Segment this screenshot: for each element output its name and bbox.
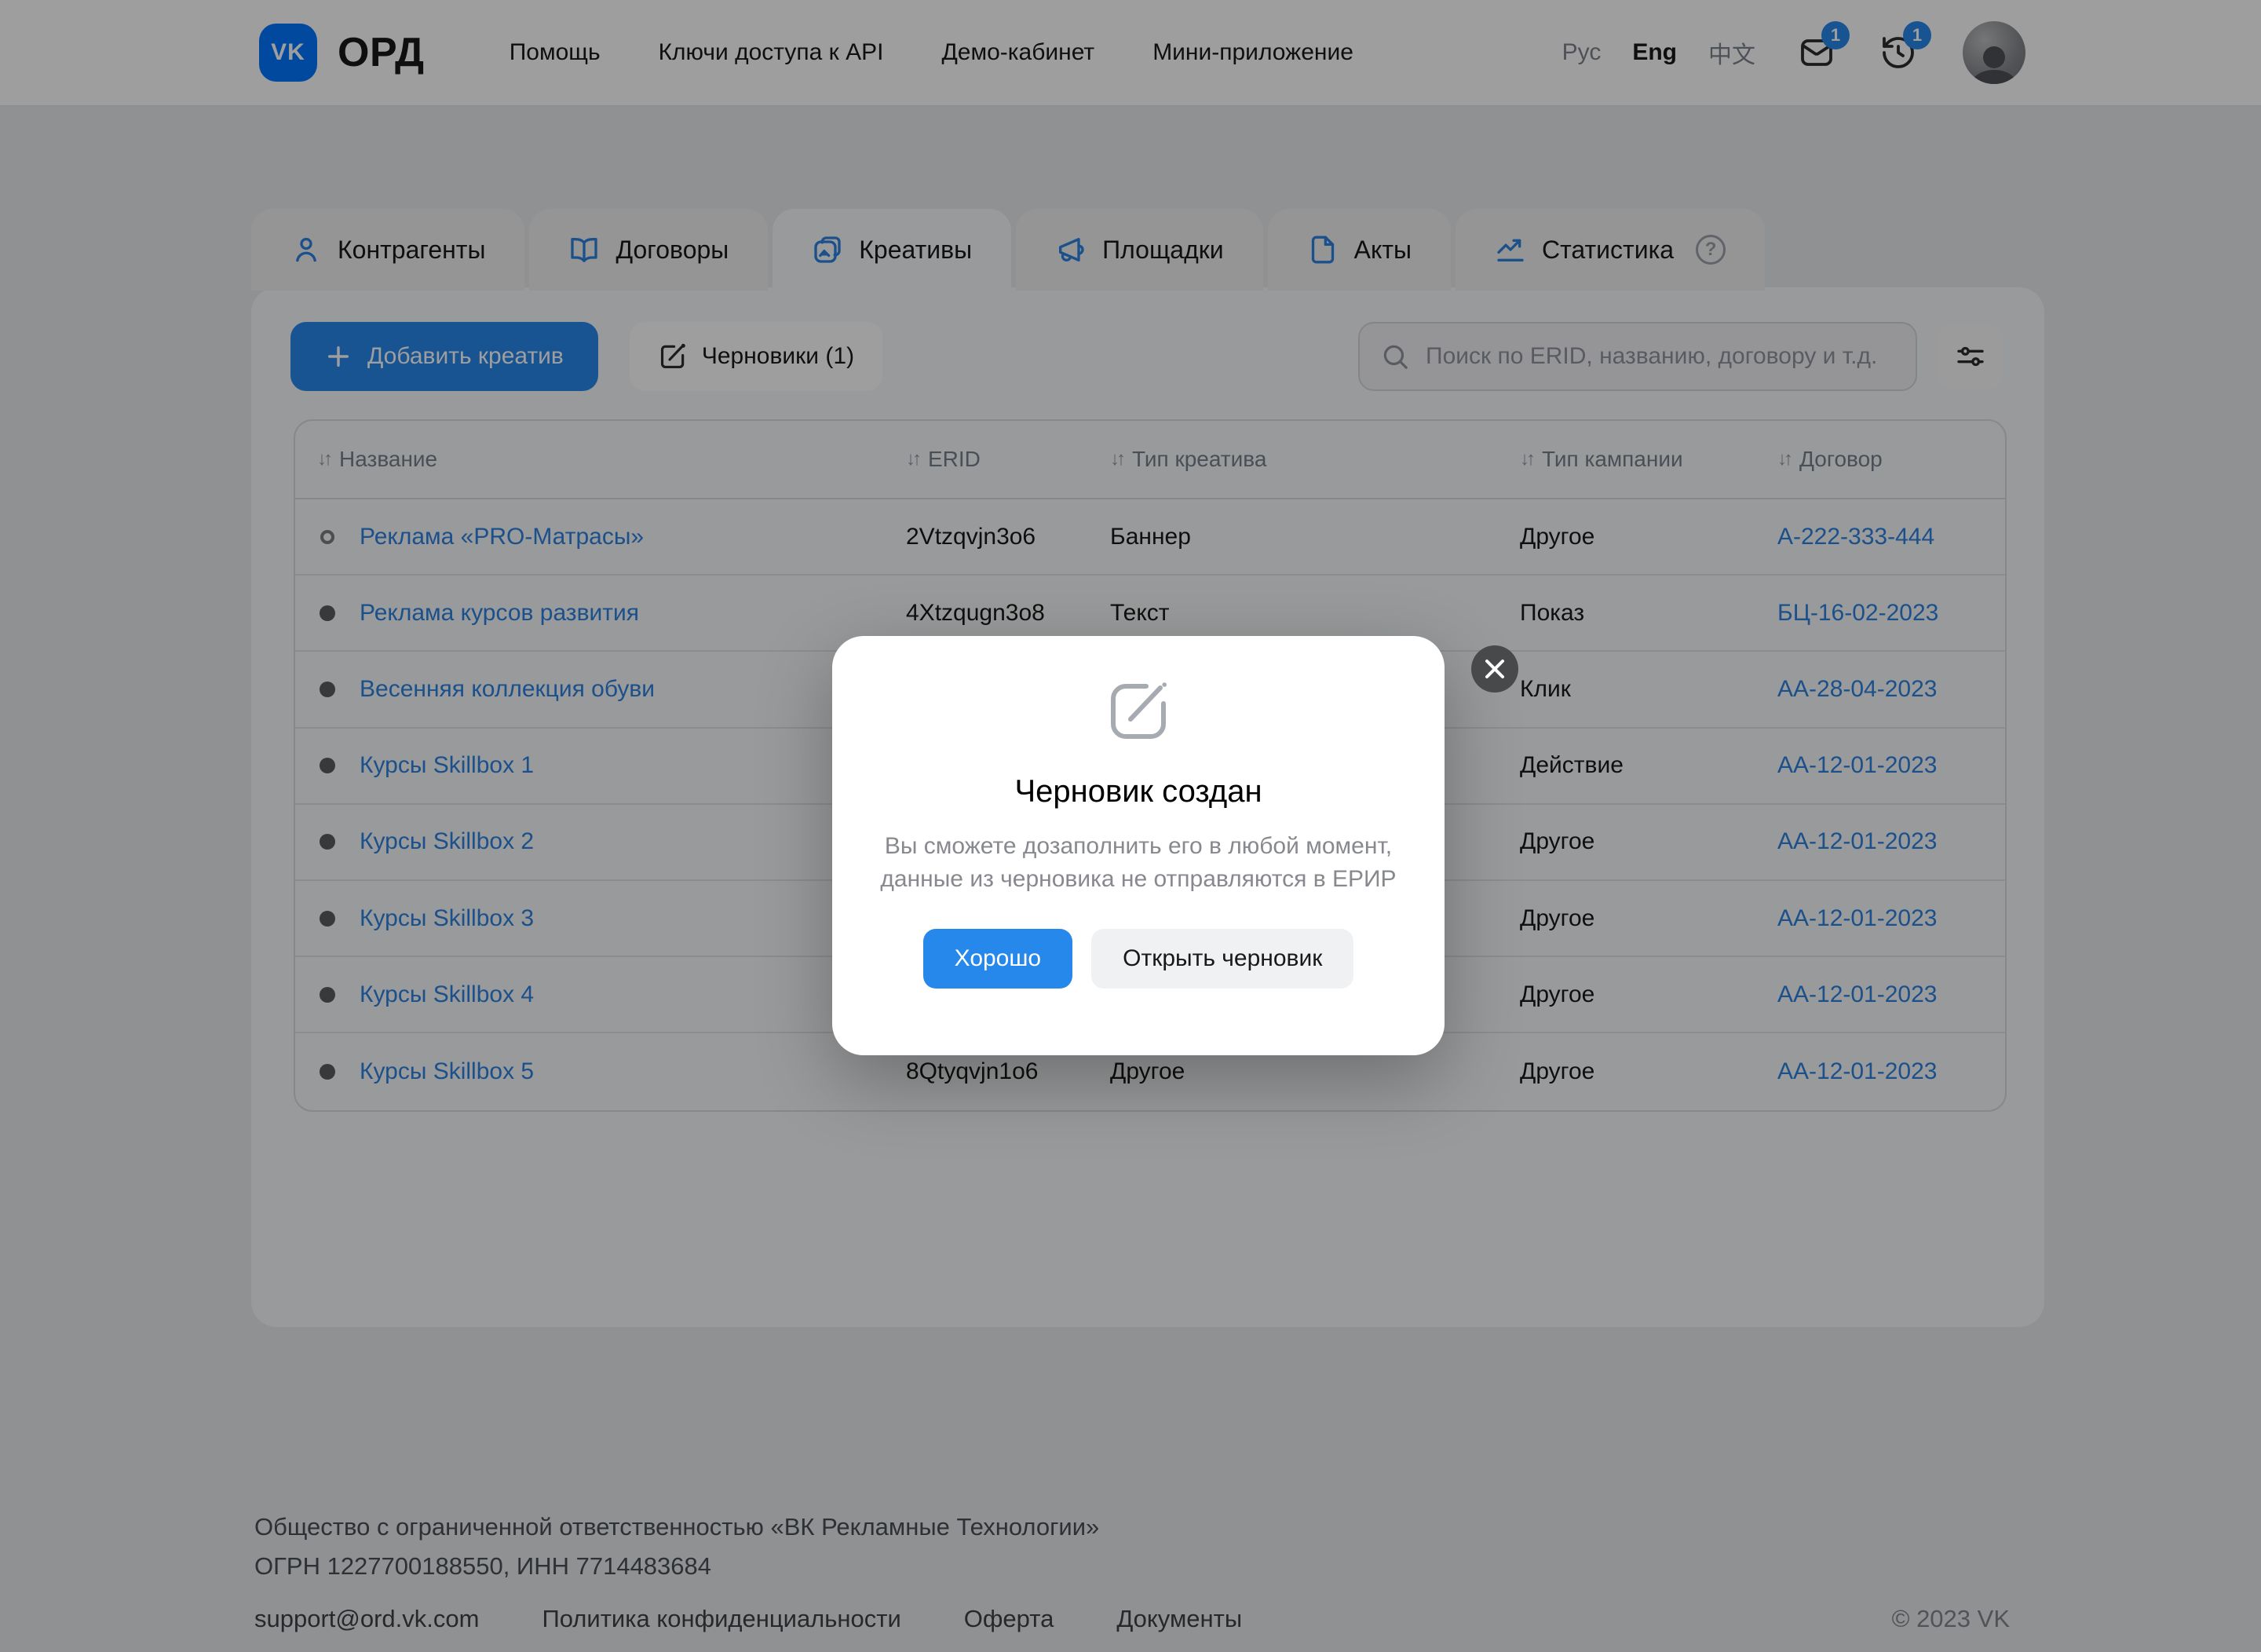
draft-edit-icon	[1101, 674, 1176, 749]
modal-close-button[interactable]	[1471, 645, 1518, 693]
ord-cabinet-page: VK ОРД Помощь Ключи доступа к API Демо-к…	[0, 0, 2261, 1652]
ok-button[interactable]: Хорошо	[923, 929, 1072, 989]
modal-body-line2: данные из черновика не отправляются в ЕР…	[880, 863, 1396, 896]
modal-body-line1: Вы сможете дозаполнить его в любой момен…	[880, 830, 1396, 863]
close-icon	[1484, 658, 1506, 680]
draft-created-modal: Черновик создан Вы сможете дозаполнить е…	[832, 636, 1445, 1055]
modal-title: Черновик создан	[1014, 774, 1262, 810]
modal-body: Вы сможете дозаполнить его в любой момен…	[880, 830, 1396, 896]
open-draft-button[interactable]: Открыть черновик	[1091, 929, 1353, 989]
modal-actions: Хорошо Открыть черновик	[923, 929, 1354, 989]
